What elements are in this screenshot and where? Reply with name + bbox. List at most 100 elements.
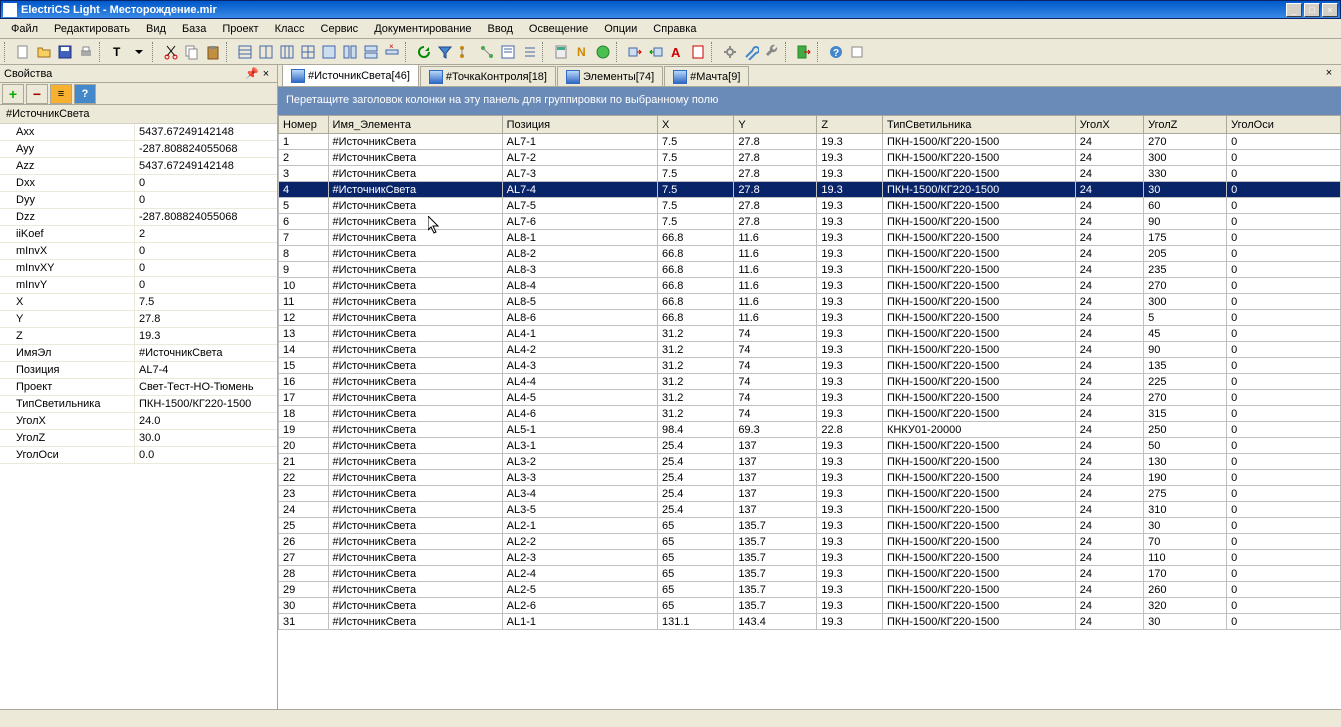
table-cell[interactable]: #ИсточникСвета: [328, 198, 502, 214]
property-row[interactable]: ПроектСвет-Тест-НО-Тюмень: [0, 379, 277, 396]
table-cell[interactable]: AL4-2: [502, 342, 657, 358]
wrench-icon[interactable]: [762, 42, 782, 62]
table-row[interactable]: 7#ИсточникСветаAL8-166.811.619.3ПКН-1500…: [279, 230, 1341, 246]
table-cell[interactable]: 31.2: [657, 326, 733, 342]
table-cell[interactable]: 0: [1227, 262, 1341, 278]
table-cell[interactable]: 24: [1075, 326, 1143, 342]
table-cell[interactable]: 24: [1075, 246, 1143, 262]
font-icon[interactable]: A: [667, 42, 687, 62]
table-cell[interactable]: 19.3: [817, 454, 883, 470]
save-button[interactable]: [55, 42, 75, 62]
table-row[interactable]: 18#ИсточникСветаAL4-631.27419.3ПКН-1500/…: [279, 406, 1341, 422]
menu-база[interactable]: База: [175, 21, 213, 37]
tree2-button[interactable]: [477, 42, 497, 62]
tools-icon[interactable]: [741, 42, 761, 62]
table-row[interactable]: 13#ИсточникСветаAL4-131.27419.3ПКН-1500/…: [279, 326, 1341, 342]
table-cell[interactable]: #ИсточникСвета: [328, 182, 502, 198]
table-cell[interactable]: 24: [1075, 454, 1143, 470]
table-cell[interactable]: 19.3: [817, 390, 883, 406]
remove-property-button[interactable]: −: [26, 84, 48, 104]
table-row[interactable]: 29#ИсточникСветаAL2-565135.719.3ПКН-1500…: [279, 582, 1341, 598]
property-row[interactable]: Dzz-287.808824055068: [0, 209, 277, 226]
table-cell[interactable]: 19.3: [817, 534, 883, 550]
table-cell[interactable]: 0: [1227, 166, 1341, 182]
toolbar-handle[interactable]: [616, 42, 622, 62]
table-cell[interactable]: ПКН-1500/КГ220-1500: [882, 470, 1075, 486]
table-cell[interactable]: 31.2: [657, 390, 733, 406]
table-cell[interactable]: 7: [279, 230, 329, 246]
table-cell[interactable]: 12: [279, 310, 329, 326]
table-cell[interactable]: ПКН-1500/КГ220-1500: [882, 582, 1075, 598]
table-cell[interactable]: AL2-5: [502, 582, 657, 598]
table-cell[interactable]: AL1-1: [502, 614, 657, 630]
table-cell[interactable]: #ИсточникСвета: [328, 422, 502, 438]
table-cell[interactable]: 27.8: [734, 198, 817, 214]
grid1-button[interactable]: [235, 42, 255, 62]
table-cell[interactable]: 0: [1227, 390, 1341, 406]
table-cell[interactable]: 24: [1075, 150, 1143, 166]
table-cell[interactable]: #ИсточникСвета: [328, 246, 502, 262]
table-cell[interactable]: 0: [1227, 406, 1341, 422]
table-cell[interactable]: #ИсточникСвета: [328, 230, 502, 246]
table-cell[interactable]: 19.3: [817, 502, 883, 518]
grid2-button[interactable]: [256, 42, 276, 62]
table-cell[interactable]: 19.3: [817, 294, 883, 310]
table-cell[interactable]: ПКН-1500/КГ220-1500: [882, 566, 1075, 582]
table-cell[interactable]: 66.8: [657, 246, 733, 262]
table-cell[interactable]: 0: [1227, 518, 1341, 534]
table-row[interactable]: 21#ИсточникСветаAL3-225.413719.3ПКН-1500…: [279, 454, 1341, 470]
table-cell[interactable]: AL2-2: [502, 534, 657, 550]
property-value[interactable]: 0: [135, 277, 277, 293]
table-cell[interactable]: AL2-4: [502, 566, 657, 582]
table-cell[interactable]: #ИсточникСвета: [328, 214, 502, 230]
table-cell[interactable]: 0: [1227, 134, 1341, 150]
table-cell[interactable]: 7.5: [657, 166, 733, 182]
menu-вид[interactable]: Вид: [139, 21, 173, 37]
table-cell[interactable]: 19.3: [817, 486, 883, 502]
table-row[interactable]: 27#ИсточникСветаAL2-365135.719.3ПКН-1500…: [279, 550, 1341, 566]
table-cell[interactable]: #ИсточникСвета: [328, 278, 502, 294]
table-cell[interactable]: 3: [279, 166, 329, 182]
table-cell[interactable]: 24: [1075, 262, 1143, 278]
table-cell[interactable]: ПКН-1500/КГ220-1500: [882, 406, 1075, 422]
table-cell[interactable]: #ИсточникСвета: [328, 134, 502, 150]
table-cell[interactable]: 0: [1227, 598, 1341, 614]
refresh-button[interactable]: [414, 42, 434, 62]
delete-row-button[interactable]: ×: [382, 42, 402, 62]
table-cell[interactable]: 0: [1227, 150, 1341, 166]
table-cell[interactable]: 0: [1227, 454, 1341, 470]
close-panel-icon[interactable]: ×: [259, 67, 273, 81]
table-cell[interactable]: 0: [1227, 358, 1341, 374]
table-cell[interactable]: 26: [279, 534, 329, 550]
table-cell[interactable]: 24: [1075, 166, 1143, 182]
property-row[interactable]: Axx5437.67249142148: [0, 124, 277, 141]
table-cell[interactable]: 22.8: [817, 422, 883, 438]
table-cell[interactable]: 24: [1075, 294, 1143, 310]
table-cell[interactable]: #ИсточникСвета: [328, 374, 502, 390]
table-cell[interactable]: ПКН-1500/КГ220-1500: [882, 262, 1075, 278]
table-cell[interactable]: ПКН-1500/КГ220-1500: [882, 310, 1075, 326]
table-cell[interactable]: 0: [1227, 550, 1341, 566]
table-cell[interactable]: 24: [1075, 470, 1143, 486]
table-cell[interactable]: 25.4: [657, 470, 733, 486]
text-button[interactable]: T: [108, 42, 128, 62]
table-cell[interactable]: #ИсточникСвета: [328, 454, 502, 470]
property-value[interactable]: AL7-4: [135, 362, 277, 378]
table-cell[interactable]: 7.5: [657, 150, 733, 166]
table-cell[interactable]: 19.3: [817, 326, 883, 342]
table-cell[interactable]: 137: [734, 502, 817, 518]
table-cell[interactable]: 98.4: [657, 422, 733, 438]
property-row[interactable]: ПозицияAL7-4: [0, 362, 277, 379]
table-cell[interactable]: 0: [1227, 278, 1341, 294]
table-cell[interactable]: 24: [1075, 214, 1143, 230]
table-cell[interactable]: ПКН-1500/КГ220-1500: [882, 454, 1075, 470]
table-cell[interactable]: 19.3: [817, 470, 883, 486]
table-cell[interactable]: 31: [279, 614, 329, 630]
table-cell[interactable]: 24: [1075, 406, 1143, 422]
table-cell[interactable]: ПКН-1500/КГ220-1500: [882, 486, 1075, 502]
table-row[interactable]: 26#ИсточникСветаAL2-265135.719.3ПКН-1500…: [279, 534, 1341, 550]
table-cell[interactable]: #ИсточникСвета: [328, 262, 502, 278]
table-cell[interactable]: 19.3: [817, 182, 883, 198]
paste-button[interactable]: [203, 42, 223, 62]
property-value[interactable]: Свет-Тест-НО-Тюмень: [135, 379, 277, 395]
